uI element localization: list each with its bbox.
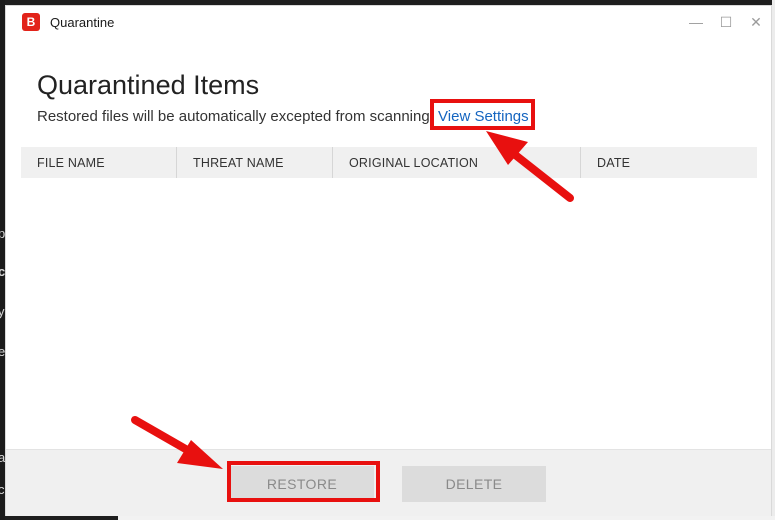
background-text-fragment: y xyxy=(0,304,5,319)
action-footer: RESTORE DELETE xyxy=(6,449,771,516)
column-header-original-location[interactable]: ORIGINAL LOCATION xyxy=(333,147,581,178)
quarantine-table-header: FILE NAME THREAT NAME ORIGINAL LOCATION … xyxy=(21,147,757,178)
column-header-file-name[interactable]: FILE NAME xyxy=(21,147,177,178)
page-title: Quarantined Items xyxy=(37,70,260,100)
view-settings-link[interactable]: View Settings xyxy=(438,108,529,125)
title-bar[interactable]: B Quarantine — ☐ ✕ xyxy=(6,6,771,38)
window-controls: — ☐ ✕ xyxy=(689,12,763,32)
subtitle-text: Restored files will be automatically exc… xyxy=(37,108,434,125)
bitdefender-logo-icon: B xyxy=(22,13,40,31)
page-subtitle: Restored files will be automatically exc… xyxy=(37,108,529,125)
minimize-icon[interactable]: — xyxy=(689,12,703,32)
column-header-threat-name[interactable]: THREAT NAME xyxy=(177,147,333,178)
background-app-edge-bottom xyxy=(118,516,775,520)
background-text-fragment: c xyxy=(0,482,5,497)
delete-button[interactable]: DELETE xyxy=(402,466,546,502)
maximize-icon[interactable]: ☐ xyxy=(719,12,733,32)
restore-button[interactable]: RESTORE xyxy=(230,466,374,502)
quarantine-window: B Quarantine — ☐ ✕ Quarantined Items Res… xyxy=(5,5,772,516)
column-header-date[interactable]: DATE xyxy=(581,147,757,178)
close-icon[interactable]: ✕ xyxy=(749,12,763,32)
window-title: Quarantine xyxy=(50,14,115,30)
quarantine-table-body xyxy=(21,178,757,448)
